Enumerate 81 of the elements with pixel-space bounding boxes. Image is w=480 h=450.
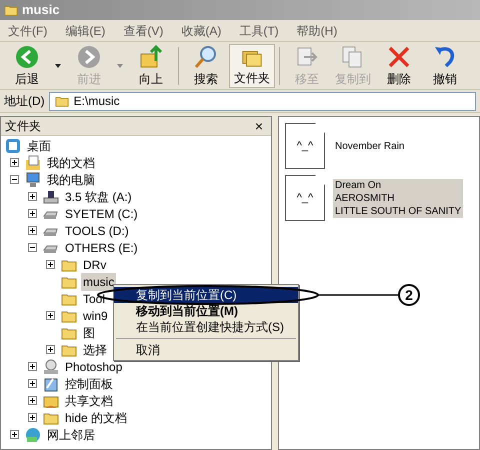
menu-item[interactable]: 文件(F): [8, 22, 48, 40]
plus-icon: [30, 381, 35, 386]
tree-item[interactable]: 我的电脑: [45, 170, 97, 188]
tree-item[interactable]: hide 的文档: [63, 408, 130, 426]
plus-icon: [30, 364, 35, 369]
pane-title: 文件夹: [5, 118, 41, 135]
tree-item[interactable]: music: [81, 272, 116, 290]
computer-icon: [25, 172, 41, 188]
tree-item[interactable]: 网上邻居: [45, 426, 97, 444]
documents-icon: [25, 154, 41, 170]
file-label[interactable]: November Rain: [333, 140, 406, 152]
floppy-drive-icon: [43, 188, 59, 204]
tree-item[interactable]: SYETEM (C:): [63, 204, 140, 222]
folder-icon: [54, 94, 70, 108]
plus-icon: [12, 432, 17, 437]
menu-item[interactable]: 查看(V): [123, 22, 164, 40]
menu-item[interactable]: 移动到当前位置(M): [114, 303, 298, 319]
control-panel-icon: [43, 376, 59, 392]
expand-toggle[interactable]: [46, 345, 55, 354]
plus-icon: [30, 228, 35, 233]
expand-toggle[interactable]: [10, 430, 19, 439]
plus-icon: [12, 160, 17, 165]
toolbar-button[interactable]: 后退: [4, 44, 50, 88]
tree-item[interactable]: 桌面: [25, 136, 53, 154]
tree-item[interactable]: 3.5 软盘 (A:): [63, 188, 134, 206]
expand-toggle[interactable]: [28, 209, 37, 218]
expand-toggle[interactable]: [46, 260, 55, 269]
folder-icon: [4, 3, 18, 17]
network-icon: [25, 426, 41, 442]
folder-up-icon: [138, 44, 164, 70]
tree-item[interactable]: 选择: [81, 340, 109, 358]
file-icon[interactable]: ^_^: [285, 123, 325, 169]
search-icon: [193, 44, 219, 70]
minus-icon: [30, 245, 35, 250]
menu-item[interactable]: 取消: [114, 342, 298, 358]
menu-item[interactable]: 收藏(A): [181, 22, 222, 40]
plus-icon: [48, 347, 53, 352]
desktop-icon: [5, 138, 21, 154]
plus-icon: [48, 313, 53, 318]
tree-item[interactable]: 共享文档: [63, 392, 115, 410]
file-icon[interactable]: ^_^: [285, 175, 325, 221]
tree-item[interactable]: 我的文档: [45, 154, 97, 172]
tree-item[interactable]: Photoshop: [63, 358, 124, 376]
toolbar-button[interactable]: 撤销: [422, 44, 468, 88]
dropdown-arrow-icon[interactable]: [54, 62, 62, 68]
toolbar-button[interactable]: 文件夹: [229, 44, 275, 88]
tree-item[interactable]: 控制面板: [63, 374, 115, 392]
expand-toggle[interactable]: [28, 226, 37, 235]
file-label[interactable]: Dream On AEROSMITH LITTLE SOUTH OF SANITY: [333, 178, 464, 218]
menu-item[interactable]: 编辑(E): [65, 22, 106, 40]
toolbar-button[interactable]: 向上: [128, 44, 174, 88]
address-field[interactable]: E:\music: [48, 92, 476, 110]
address-label: 地址(D): [4, 93, 45, 110]
menu-item[interactable]: 工具(T): [239, 22, 279, 40]
plus-icon: [30, 398, 35, 403]
menu-item[interactable]: 在当前位置创建快捷方式(S): [114, 319, 298, 335]
cd-drive-icon: [43, 358, 59, 374]
toolbar-button[interactable]: 删除: [376, 44, 422, 88]
tree-item[interactable]: TOOLS (D:): [63, 222, 131, 240]
plus-icon: [30, 194, 35, 199]
close-button[interactable]: ×: [250, 119, 267, 133]
expand-toggle[interactable]: [28, 379, 37, 388]
toolbar-button[interactable]: 搜索: [183, 44, 229, 88]
menu-item[interactable]: 帮助(H): [296, 22, 338, 40]
expand-toggle[interactable]: [28, 362, 37, 371]
tree-item[interactable]: win9: [81, 306, 110, 324]
collapse-toggle[interactable]: [10, 175, 19, 184]
plus-icon: [30, 211, 35, 216]
tree-item[interactable]: 图: [81, 324, 97, 342]
expand-toggle[interactable]: [46, 311, 55, 320]
minus-icon: [12, 177, 17, 182]
collapse-toggle[interactable]: [28, 243, 37, 252]
expand-toggle[interactable]: [28, 396, 37, 405]
tree-item[interactable]: OTHERS (E:): [63, 238, 140, 256]
plus-icon: [30, 415, 35, 420]
expand-toggle[interactable]: [28, 413, 37, 422]
tree-item[interactable]: DRv: [81, 256, 108, 274]
expand-toggle[interactable]: [28, 192, 37, 201]
expand-toggle[interactable]: [10, 158, 19, 167]
window-title: music: [22, 1, 60, 20]
plus-icon: [48, 262, 53, 267]
